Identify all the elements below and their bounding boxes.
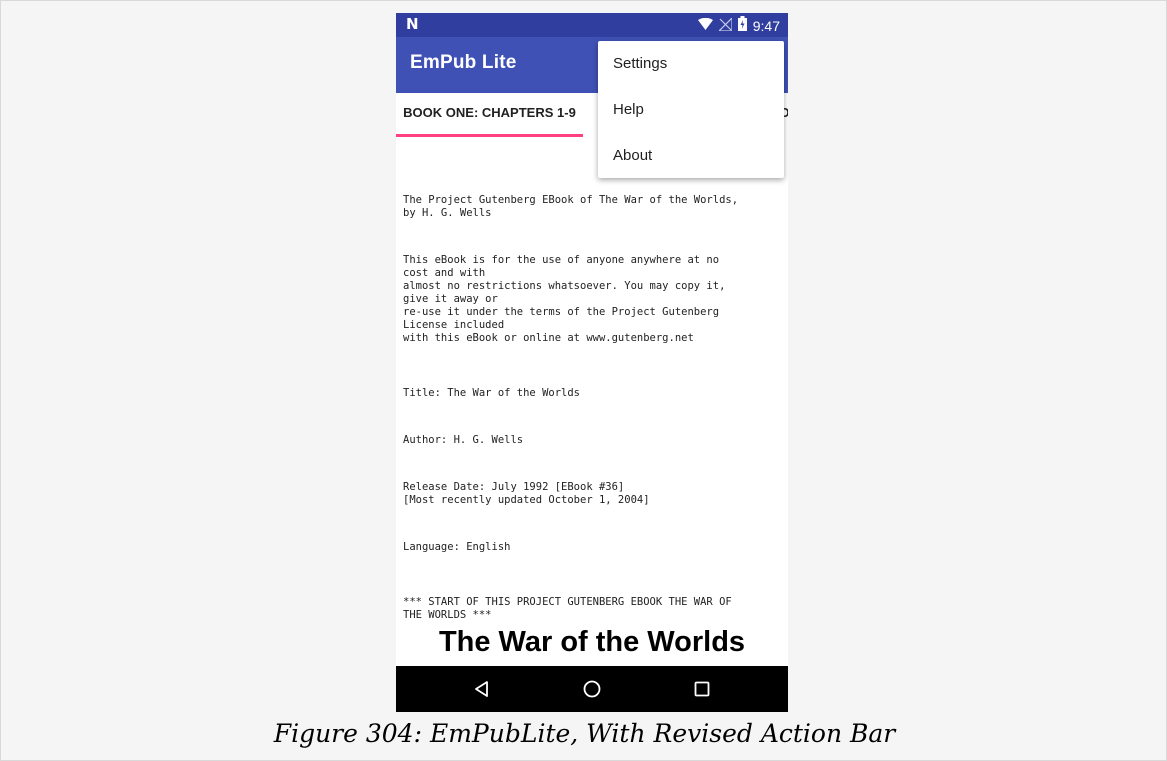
status-bar: N 9:47 bbox=[396, 13, 788, 37]
overflow-menu: Settings Help About bbox=[598, 41, 784, 178]
no-signal-icon bbox=[717, 16, 733, 35]
figure-page: N 9:47 EmPub Lite BOOK ONE: CHAPTERS 1-9… bbox=[0, 0, 1167, 761]
book-paragraph: This eBook is for the use of anyone anyw… bbox=[403, 254, 726, 344]
book-paragraph: Title: The War of the Worlds bbox=[403, 387, 581, 399]
battery-icon bbox=[737, 16, 747, 35]
recent-apps-icon[interactable] bbox=[690, 677, 714, 701]
tab-book-one-chapters-1-9[interactable]: BOOK ONE: CHAPTERS 1-9 bbox=[396, 93, 583, 138]
app-title: EmPub Lite bbox=[410, 52, 517, 73]
clock: 9:47 bbox=[752, 17, 780, 34]
figure-caption: Figure 304: EmPubLite, With Revised Acti… bbox=[273, 719, 896, 748]
book-paragraph: *** START OF THIS PROJECT GUTENBERG EBOO… bbox=[403, 596, 732, 621]
phone-screen: N 9:47 EmPub Lite BOOK ONE: CHAPTERS 1-9… bbox=[396, 13, 788, 712]
selected-tab-indicator bbox=[396, 134, 583, 137]
menu-item-settings[interactable]: Settings bbox=[598, 41, 784, 87]
notification-icon: N bbox=[406, 15, 419, 33]
status-icons: 9:47 bbox=[697, 16, 780, 35]
book-paragraph: Release Date: July 1992 [EBook #36] [Mos… bbox=[403, 481, 650, 506]
book-paragraph: Language: English bbox=[403, 541, 511, 553]
menu-item-help[interactable]: Help bbox=[598, 87, 784, 133]
home-icon[interactable] bbox=[580, 677, 604, 701]
book-text: The Project Gutenberg EBook of The War o… bbox=[403, 168, 781, 656]
book-heading: The War of the Worlds bbox=[438, 626, 746, 658]
menu-item-about[interactable]: About bbox=[598, 133, 784, 179]
book-paragraph: The Project Gutenberg EBook of The War o… bbox=[403, 194, 739, 219]
book-paragraph: Author: H. G. Wells bbox=[403, 434, 524, 446]
back-icon[interactable] bbox=[470, 677, 494, 701]
navigation-bar bbox=[396, 666, 788, 712]
wifi-icon bbox=[697, 16, 713, 35]
book-content[interactable]: The Project Gutenberg EBook of The War o… bbox=[396, 138, 788, 666]
